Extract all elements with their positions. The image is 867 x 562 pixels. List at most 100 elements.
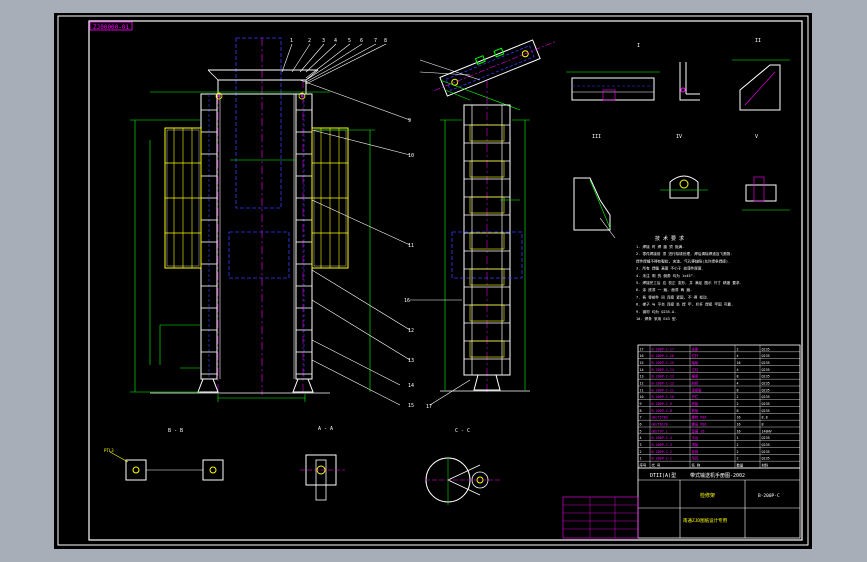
parts-cell: 4 [737, 368, 739, 372]
callout-label: 16 [404, 298, 410, 304]
parts-cell: 9 [640, 402, 642, 406]
note-line: 2. 零件焊接前 须 进行除锈处理, 焊后清除焊渣及飞溅物. [636, 251, 732, 256]
note-line: 10. 焊条 采用 E43 型. [636, 316, 678, 321]
callout-label: 5 [348, 38, 351, 44]
parts-cell: 顶板 [692, 442, 699, 447]
parts-cell: 垫圈 16 [692, 428, 705, 433]
parts-header-cell: 材料 [762, 463, 769, 468]
parts-cell: 2 [737, 402, 739, 406]
parts-cell: 10 [640, 395, 644, 399]
parts-cell: B-200P-C-10 [652, 395, 674, 399]
parts-cell: Q235 [762, 443, 770, 447]
parts-cell: 4 [640, 436, 642, 440]
svg-text:V: V [755, 134, 758, 140]
note-line: 5. 焊接完工后 应 校正 变形, 并 满足 图示 尺寸 精度 要求. [636, 280, 742, 285]
parts-cell: 14 [640, 368, 644, 372]
parts-cell: B-200P-C-2 [652, 450, 672, 454]
cad-viewport: ZJ00000-01 1 2 3 4 5 6 7 8 9 10 11 12 13… [0, 0, 867, 562]
parts-cell: 2 [737, 450, 739, 454]
parts-cell: 1 [640, 457, 642, 461]
svg-text:PTL3: PTL3 [104, 448, 114, 453]
parts-cell: 12 [640, 382, 644, 386]
parts-cell: 斜撑 [692, 381, 699, 386]
note-line: 3. 所有 焊缝 高度 不小于 较薄件厚度. [636, 266, 704, 271]
parts-cell: B-200P-C-4 [652, 436, 672, 440]
parts-cell: 140HV [762, 429, 772, 433]
callout-label: 9 [408, 118, 411, 124]
parts-cell: B-200P-C-1 [652, 457, 672, 461]
callout-label: 10 [408, 153, 414, 159]
parts-cell: 8.8 [762, 416, 768, 420]
parts-header-cell: 代 号 [652, 463, 661, 468]
parts-cell: 17 [640, 347, 644, 351]
note-line: 9. 钢材 均为 Q235-A. [636, 309, 676, 314]
parts-cell: 底板 [692, 401, 699, 406]
parts-cell: 11 [640, 388, 644, 392]
callout-label: 7 [374, 38, 377, 44]
parts-cell: 3 [640, 443, 642, 447]
parts-cell: 挂钩 [692, 449, 699, 454]
parts-cell: GB/T5783 [652, 416, 668, 420]
parts-cell: Q235 [762, 457, 770, 461]
callout-label: 11 [408, 243, 414, 249]
note-line: 6. 涂 底漆 一 遍, 面漆 两 遍. [636, 287, 692, 292]
parts-cell: 螺栓 M16 [692, 415, 707, 420]
parts-cell: B-200P-C-12 [652, 382, 674, 386]
parts-cell: 吊耳 [692, 457, 699, 461]
drawing-number: B-200P-C [758, 493, 780, 499]
product-name: 检修架 [700, 492, 715, 499]
parts-cell: Q235 [762, 402, 770, 406]
parts-header-cell: 数量 [737, 463, 744, 468]
parts-cell: 7 [640, 416, 642, 420]
parts-cell: B-200P-C-15 [652, 361, 674, 365]
main-front-view: 1 2 3 4 5 6 7 891011121314151617 [130, 37, 432, 410]
parts-cell: 螺母 M16 [692, 422, 707, 427]
side-view [410, 39, 555, 406]
parts-cell: B-200P-C-9 [652, 402, 672, 406]
parts-header-cell: 序号 [640, 463, 647, 468]
callout-label: 17 [426, 404, 432, 410]
parts-cell: 5 [640, 429, 642, 433]
note-line: 4. 未注 明 的 倒角 均为 1x45°. [636, 273, 695, 278]
parts-cell: 16 [737, 416, 741, 420]
parts-cell: 2 [737, 395, 739, 399]
title-main: 带式输送机手册图-2002 [690, 472, 745, 479]
parts-cell: B-200P-C-13 [652, 375, 674, 379]
parts-cell: 8 [737, 388, 739, 392]
parts-cell: Q235 [762, 382, 770, 386]
parts-table: 17 B-200P-C-17 支座 2 Q23516 B-200P-C-16 栏杆 4 Q235… [637, 344, 801, 469]
parts-cell: B-200P-C-14 [652, 368, 674, 372]
callout-label: 13 [408, 358, 414, 364]
parts-cell: 4 [737, 354, 739, 358]
title-left: DTII(A)型 [650, 472, 676, 479]
svg-text:III: III [592, 134, 601, 140]
top-label: ZJ00000-01 [93, 24, 130, 31]
callout-label: 2 [308, 38, 311, 44]
note-line: 1. 焊接 时 焊 缝 须 饱满. [636, 244, 684, 249]
parts-cell: 16 [737, 423, 741, 427]
callout-label: 6 [360, 38, 363, 44]
parts-cell: 支座 [692, 346, 699, 351]
parts-cell: 4 [737, 382, 739, 386]
parts-cell: 6 [640, 423, 642, 427]
parts-cell: Q235 [762, 395, 770, 399]
parts-cell: 栏杆 [692, 353, 699, 358]
parts-cell: 1 [737, 436, 739, 440]
parts-header-cell: 名 称 [692, 463, 701, 468]
callout-label: 4 [334, 38, 337, 44]
callout-label: 12 [408, 328, 414, 334]
parts-cell: 13 [640, 375, 644, 379]
parts-cell: 2 [737, 457, 739, 461]
parts-cell: 16 [640, 354, 644, 358]
callout-label: 8 [384, 38, 387, 44]
callout-label: 14 [408, 383, 414, 389]
parts-cell: Q235 [762, 368, 770, 372]
notes-heading: 技 术 要 求 [655, 235, 684, 242]
svg-text:B - B: B - B [168, 428, 183, 434]
svg-text:A - A: A - A [318, 426, 333, 432]
parts-cell: 横梁 [692, 374, 699, 379]
section-views: B - B A - A C - C PTL3 [104, 426, 500, 505]
parts-cell: 8 [737, 409, 739, 413]
parts-cell: 8 [737, 375, 739, 379]
technical-notes: 技 术 要 求 1. 焊接 时 焊 缝 须 饱满. 2. 零件焊接前 须 进行除锈… [636, 235, 742, 321]
